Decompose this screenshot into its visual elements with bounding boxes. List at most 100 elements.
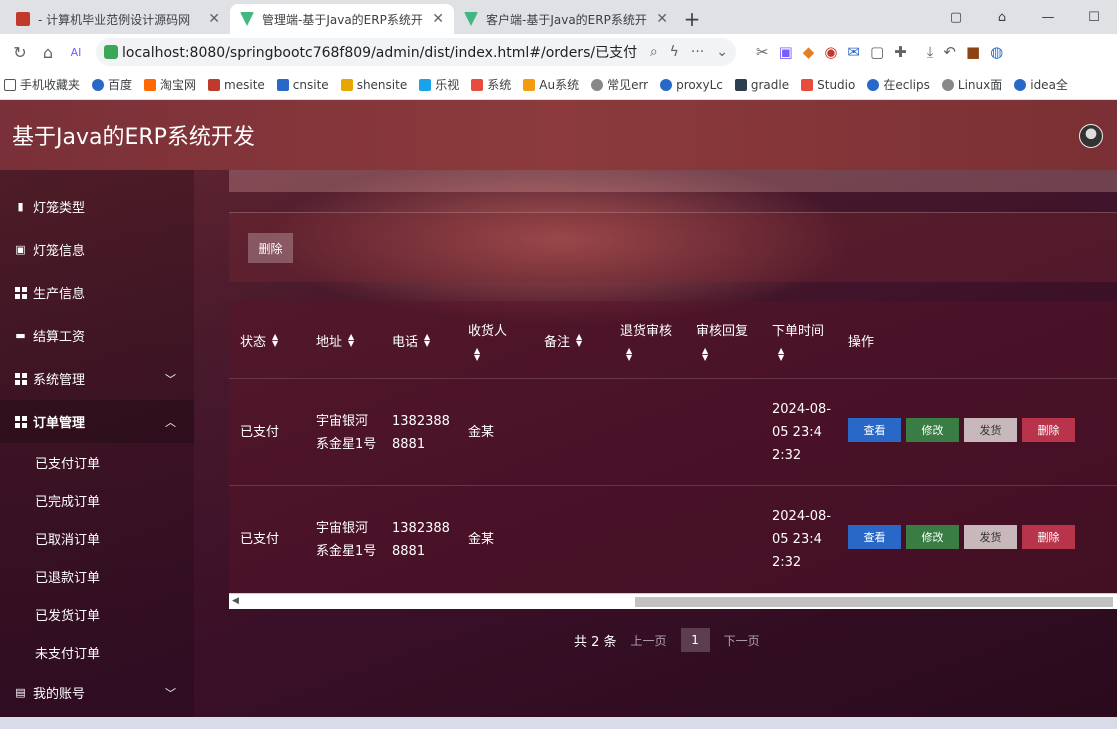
sidebar-sub-paid[interactable]: 已支付订单 bbox=[0, 443, 194, 481]
ai-icon[interactable]: AI bbox=[62, 46, 90, 59]
col-address[interactable]: 地址 ▲ ▼ bbox=[316, 301, 354, 379]
address-bar[interactable]: localhost:8080/springbootc768f809/admin/… bbox=[96, 38, 736, 66]
bookmark-item[interactable]: 乐视 bbox=[419, 76, 459, 93]
new-tab-button[interactable]: + bbox=[678, 4, 706, 34]
bookmark-item[interactable]: 系统 bbox=[471, 76, 511, 93]
bookmark-item[interactable]: 常见err bbox=[591, 76, 648, 93]
cell-address: 宇宙银河系金星1号 bbox=[316, 413, 377, 452]
view-button[interactable]: 查看 bbox=[848, 525, 901, 549]
close-icon[interactable]: ✕ bbox=[656, 11, 668, 27]
page-number-button[interactable]: 1 bbox=[680, 628, 710, 652]
sort-icon[interactable]: ▲ ▼ bbox=[474, 346, 480, 361]
prev-page-button[interactable]: 上一页 bbox=[631, 632, 667, 649]
game-icon[interactable]: ◆ bbox=[803, 43, 815, 61]
url-text[interactable]: localhost:8080/springbootc768f809/admin/… bbox=[122, 42, 638, 62]
sidebar-sub-cancelled[interactable]: 已取消订单 bbox=[0, 519, 194, 557]
bookmark-item[interactable]: cnsite bbox=[276, 78, 329, 92]
sort-icon[interactable]: ▲ ▼ bbox=[348, 333, 354, 348]
bookmark-item[interactable]: 百度 bbox=[92, 76, 132, 93]
sidebar-item-lantern-info[interactable]: ▣ 灯笼信息 bbox=[0, 228, 194, 271]
download-icon[interactable]: ⤓ bbox=[927, 43, 934, 61]
bookmark-item[interactable]: gradle bbox=[734, 78, 789, 92]
bookmark-item[interactable]: Au系统 bbox=[523, 76, 579, 93]
bookmark-item[interactable]: shensite bbox=[340, 78, 407, 92]
edit-button[interactable]: 修改 bbox=[906, 418, 959, 442]
phone-icon bbox=[4, 78, 16, 91]
sort-icon[interactable]: ▲ ▼ bbox=[626, 346, 632, 361]
sidebar-item-salary[interactable]: ▬ 结算工资 bbox=[0, 314, 194, 357]
cell-receiver: 金某 bbox=[468, 425, 495, 440]
scrollbar-thumb[interactable] bbox=[635, 597, 1113, 607]
sort-icon[interactable]: ▲ ▼ bbox=[702, 346, 708, 361]
chevron-down-icon: ﹀ bbox=[165, 686, 176, 700]
close-icon[interactable]: ✕ bbox=[208, 11, 220, 27]
sidebar-sub-shipped[interactable]: 已发货订单 bbox=[0, 595, 194, 633]
bookmark-item[interactable]: 淘宝网 bbox=[144, 76, 196, 93]
globe-icon bbox=[941, 78, 954, 91]
browser-tab-2[interactable]: 管理端-基于Java的ERP系统开 ✕ bbox=[230, 4, 454, 34]
col-review-reply[interactable]: 审核回复 ▲ ▼ bbox=[696, 301, 748, 379]
col-status[interactable]: 状态 ▲ ▼ bbox=[240, 301, 278, 379]
shield-icon[interactable]: ▢ bbox=[870, 43, 884, 61]
col-receiver[interactable]: 收货人 ▲ ▼ bbox=[468, 301, 507, 379]
eye-icon[interactable]: ◉ bbox=[824, 43, 837, 61]
view-button[interactable]: 查看 bbox=[848, 418, 901, 442]
ship-button[interactable]: 发货 bbox=[964, 525, 1017, 549]
scroll-left-icon[interactable]: ◀ bbox=[232, 596, 239, 606]
sidebar-sub-completed[interactable]: 已完成订单 bbox=[0, 481, 194, 519]
bolt-icon[interactable]: ϟ bbox=[670, 44, 679, 60]
bookmark-item[interactable]: Studio bbox=[801, 78, 855, 92]
scissors-icon[interactable]: ✂ bbox=[756, 43, 769, 61]
col-order-time[interactable]: 下单时间 ▲ ▼ bbox=[772, 301, 824, 379]
mail-icon[interactable]: ✉ bbox=[847, 43, 860, 61]
close-icon[interactable]: ✕ bbox=[432, 11, 444, 27]
bookmark-item[interactable]: mesite bbox=[208, 78, 265, 92]
sidebar-item-lantern-type[interactable]: ▮ 灯笼类型 bbox=[0, 185, 194, 228]
minimize-button[interactable]: — bbox=[1025, 10, 1071, 25]
bookmark-item[interactable]: proxyLc bbox=[660, 78, 723, 92]
orders-table: 状态 ▲ ▼ 地址 ▲ ▼ 电话 ▲ ▼ 收货人 ▲ ▼ 备注 ▲ ▼ 退货审核 ▲ ▼ 审核回复 ▲ ▼ … bbox=[229, 301, 1117, 609]
reload-icon[interactable]: ↻ bbox=[6, 43, 34, 62]
puzzle-icon[interactable]: ✚ bbox=[894, 43, 907, 61]
zoom-icon[interactable]: ⌕ bbox=[650, 44, 658, 60]
sidebar-sub-refunded[interactable]: 已退款订单 bbox=[0, 557, 194, 595]
sidebar-item-system[interactable]: 系统管理 ﹀ bbox=[0, 357, 194, 400]
sort-icon[interactable]: ▲ ▼ bbox=[424, 333, 430, 348]
bookmark-item[interactable]: 在eclips bbox=[867, 76, 930, 93]
browser-tab-1[interactable]: - 计算机毕业范例设计源码网 ✕ bbox=[6, 4, 230, 34]
sort-icon[interactable]: ▲ ▼ bbox=[576, 333, 582, 348]
tab-count-icon[interactable]: ▢ bbox=[933, 10, 979, 25]
app-root: 基于Java的ERP系统开发 ▮ 灯笼类型 ▣ 灯笼信息 生产信息 ▬ 结算工资… bbox=[0, 100, 1117, 729]
sidebar-item-account[interactable]: ▤ 我的账号 ﹀ bbox=[0, 671, 194, 714]
delete-button[interactable]: 删除 bbox=[1022, 418, 1075, 442]
sidebar-sub-unpaid[interactable]: 未支付订单 bbox=[0, 633, 194, 671]
sidebar-item-orders[interactable]: 订单管理 ︿ bbox=[0, 400, 194, 443]
next-page-button[interactable]: 下一页 bbox=[724, 632, 760, 649]
shirt-icon[interactable]: ⌂ bbox=[979, 10, 1025, 25]
bookmark-item[interactable]: 手机收藏夹 bbox=[4, 76, 80, 93]
col-return-review[interactable]: 退货审核 ▲ ▼ bbox=[620, 301, 672, 379]
avatar[interactable] bbox=[1079, 124, 1103, 148]
col-remark[interactable]: 备注 ▲ ▼ bbox=[544, 301, 582, 379]
translate-icon[interactable]: ▣ bbox=[779, 43, 793, 61]
edit-button[interactable]: 修改 bbox=[906, 525, 959, 549]
sort-icon[interactable]: ▲ ▼ bbox=[778, 346, 784, 361]
delete-button[interactable]: 删除 bbox=[1022, 525, 1075, 549]
sidebar-item-production[interactable]: 生产信息 bbox=[0, 271, 194, 314]
chevron-down-icon[interactable]: ⌄ bbox=[716, 44, 728, 60]
sort-icon[interactable]: ▲ ▼ bbox=[272, 333, 278, 348]
col-phone[interactable]: 电话 ▲ ▼ bbox=[392, 301, 430, 379]
home-icon[interactable]: ⌂ bbox=[34, 43, 62, 62]
browser-tab-3[interactable]: 客户端-基于Java的ERP系统开 ✕ bbox=[454, 4, 678, 34]
briefcase-icon[interactable]: ■ bbox=[966, 43, 980, 61]
maximize-button[interactable]: ☐ bbox=[1071, 10, 1117, 25]
bookmark-item[interactable]: idea全 bbox=[1014, 76, 1068, 93]
batch-delete-button[interactable]: 删除 bbox=[248, 233, 293, 263]
tab-title: - 计算机毕业范例设计源码网 bbox=[38, 12, 191, 27]
horizontal-scrollbar[interactable]: ◀ bbox=[229, 593, 1117, 609]
undo-icon[interactable]: ↶ bbox=[943, 43, 956, 61]
bookmark-item[interactable]: Linux面 bbox=[941, 76, 1002, 93]
ship-button[interactable]: 发货 bbox=[964, 418, 1017, 442]
profile-icon[interactable]: ◍ bbox=[990, 43, 1003, 61]
more-icon[interactable]: ··· bbox=[691, 44, 704, 60]
